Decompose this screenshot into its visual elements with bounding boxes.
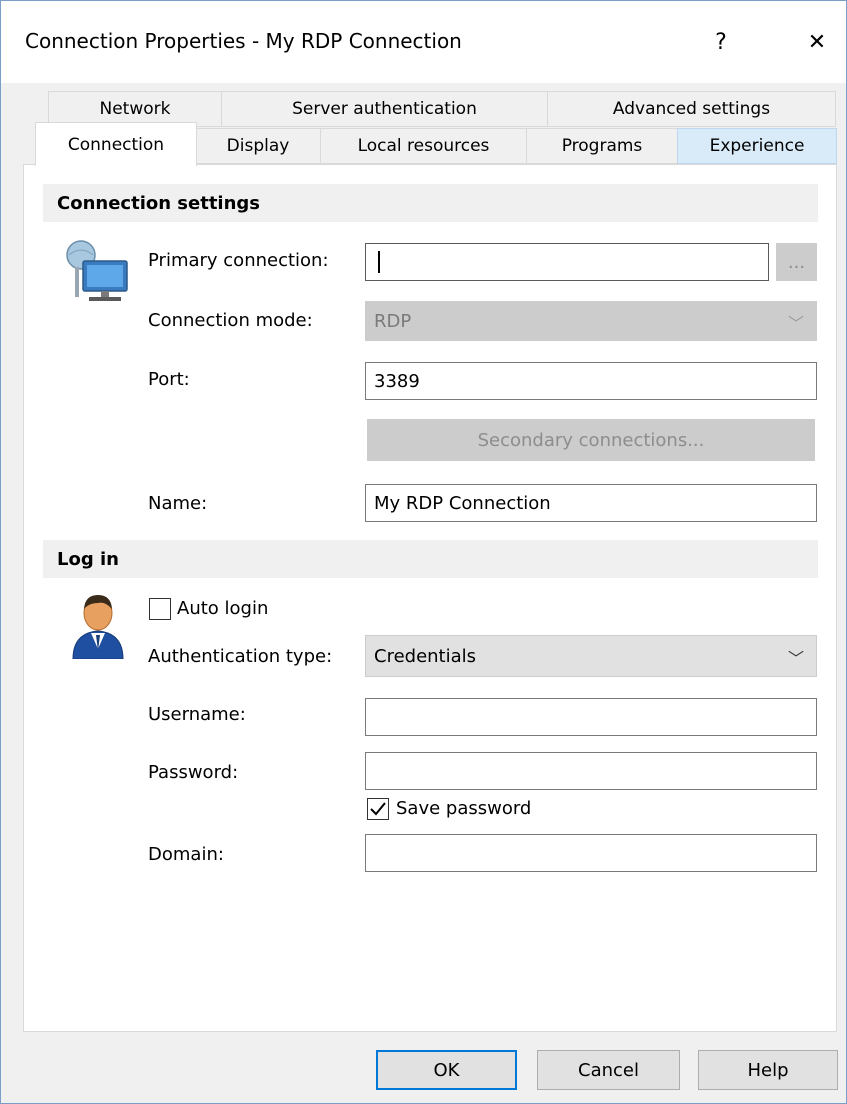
save-password-label[interactable]: Save password [396, 798, 531, 819]
port-input[interactable]: 3389 [365, 362, 817, 400]
password-input[interactable] [365, 752, 817, 790]
tab-connection[interactable]: Connection [35, 122, 197, 166]
authentication-type-label: Authentication type: [148, 646, 333, 667]
primary-connection-label: Primary connection: [148, 250, 329, 271]
tab-label: Experience [709, 136, 805, 156]
window-title: Connection Properties - My RDP Connectio… [25, 29, 462, 53]
connection-settings-header: Connection settings [43, 184, 818, 222]
user-icon [69, 591, 127, 660]
auto-login-checkbox[interactable] [149, 598, 171, 620]
checkmark-icon [370, 802, 386, 816]
close-button[interactable]: ✕ [791, 19, 843, 65]
port-label: Port: [148, 369, 190, 390]
dialog-window: Connection Properties - My RDP Connectio… [0, 0, 847, 1104]
connection-mode-value: RDP [374, 310, 412, 332]
tab-panel-connection [23, 164, 837, 1032]
primary-connection-input[interactable] [365, 243, 769, 281]
text-caret [378, 251, 380, 273]
name-input[interactable]: My RDP Connection [365, 484, 817, 522]
cancel-button[interactable]: Cancel [537, 1050, 680, 1090]
secondary-connections-button[interactable]: Secondary connections... [367, 419, 815, 461]
tab-experience[interactable]: Experience [677, 128, 837, 164]
username-label: Username: [148, 704, 246, 725]
username-input[interactable] [365, 698, 817, 736]
chevron-down-icon: ﹀ [787, 649, 804, 668]
tab-server-authentication[interactable]: Server authentication [221, 91, 548, 127]
computer-network-icon [63, 239, 131, 309]
name-value: My RDP Connection [374, 492, 551, 514]
domain-label: Domain: [148, 844, 224, 865]
tab-local-resources[interactable]: Local resources [320, 128, 527, 164]
save-password-checkbox[interactable] [367, 798, 389, 820]
tab-label: Local resources [357, 136, 490, 156]
log-in-header: Log in [43, 540, 818, 578]
tab-label: Connection [67, 134, 165, 155]
tab-label: Server authentication [292, 99, 477, 119]
tab-label: Display [226, 136, 290, 156]
tab-display[interactable]: Display [195, 128, 321, 164]
browse-button[interactable]: ... [776, 243, 817, 281]
title-bar: Connection Properties - My RDP Connectio… [1, 1, 846, 83]
ok-button[interactable]: OK [376, 1050, 517, 1090]
tab-label: Network [99, 99, 171, 119]
tab-label: Advanced settings [612, 99, 771, 119]
tab-label: Programs [561, 136, 643, 156]
password-label: Password: [148, 762, 239, 783]
name-label: Name: [148, 493, 208, 514]
port-value: 3389 [374, 370, 420, 392]
auto-login-label[interactable]: Auto login [177, 598, 268, 619]
authentication-type-select[interactable]: Credentials ﹀ [365, 635, 817, 677]
authentication-type-value: Credentials [374, 645, 477, 667]
chevron-down-icon: ﹀ [787, 314, 804, 333]
tab-advanced-settings[interactable]: Advanced settings [547, 91, 836, 127]
help-title-button[interactable]: ? [695, 19, 747, 65]
tab-programs[interactable]: Programs [526, 128, 678, 164]
domain-input[interactable] [365, 834, 817, 872]
help-button[interactable]: Help [698, 1050, 838, 1090]
connection-mode-select[interactable]: RDP ﹀ [365, 301, 817, 341]
connection-mode-label: Connection mode: [148, 310, 313, 331]
